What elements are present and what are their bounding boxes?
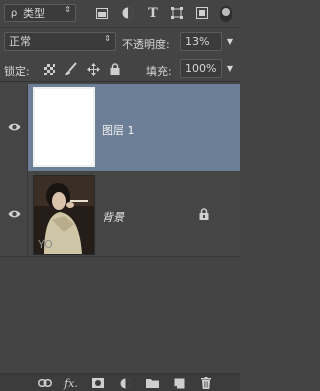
layer-filter-bar: ρ 类型 ⇕ T [0,0,240,28]
delete-layer-icon[interactable] [198,376,214,390]
lock-label: 锁定: [4,65,30,78]
blend-mode-value: 正常 [9,35,31,48]
layer-name[interactable]: 背景 [102,209,124,225]
fill-input[interactable]: 100% [180,59,222,78]
layer-name[interactable]: 图层 1 [102,122,135,138]
type-filter-icon[interactable]: T [145,5,161,21]
eye-visibility-icon[interactable] [8,209,21,219]
layer-lock-icon [199,208,209,220]
new-group-icon[interactable] [144,376,160,390]
fx-icon[interactable]: fx. [63,376,79,390]
blend-opacity-row: 正常 ⇕ 不透明度: 13% ▼ [0,28,240,56]
visibility-column [0,172,28,256]
opacity-label: 不透明度: [122,38,170,51]
lock-all-icon[interactable] [108,62,122,76]
fill-label: 填充: [146,65,172,78]
layer-row-layer1[interactable]: 图层 1 [0,84,240,171]
new-layer-icon[interactable] [171,376,187,390]
filter-kind-label: 类型 [23,7,45,20]
filter-kind-select[interactable]: ρ 类型 ⇕ [4,4,76,22]
layers-panel-footer: fx. [0,373,240,391]
toggle-knob [222,8,230,16]
adjustment-filter-icon[interactable] [120,5,136,21]
shape-filter-icon[interactable] [169,5,185,21]
adjustment-layer-icon[interactable] [117,376,133,390]
search-icon: ρ [10,7,18,19]
photo-watermark-text: YO [37,238,53,251]
layer-row-background[interactable]: YO 背景 [0,172,240,257]
eye-visibility-icon[interactable] [8,122,21,132]
lock-position-icon[interactable] [86,62,100,76]
fill-dropdown-icon[interactable]: ▼ [224,59,236,78]
blend-mode-select[interactable]: 正常 ⇕ [4,32,116,51]
layer-thumbnail-photo: YO [33,175,95,255]
chevron-updown-icon: ⇕ [104,34,111,43]
opacity-input[interactable]: 13% [180,32,222,51]
chevron-updown-icon: ⇕ [64,5,71,14]
add-mask-icon[interactable] [90,376,106,390]
layer-thumbnail-white [33,87,95,167]
smart-object-filter-icon[interactable] [194,5,210,21]
image-filter-icon[interactable] [94,5,110,21]
lock-transparent-pixels-icon[interactable] [42,62,56,76]
link-layers-icon[interactable] [37,376,53,390]
filter-toggle[interactable] [220,6,232,22]
lock-image-pixels-icon[interactable] [64,62,78,76]
opacity-dropdown-icon[interactable]: ▼ [224,32,236,51]
visibility-column [0,84,28,171]
